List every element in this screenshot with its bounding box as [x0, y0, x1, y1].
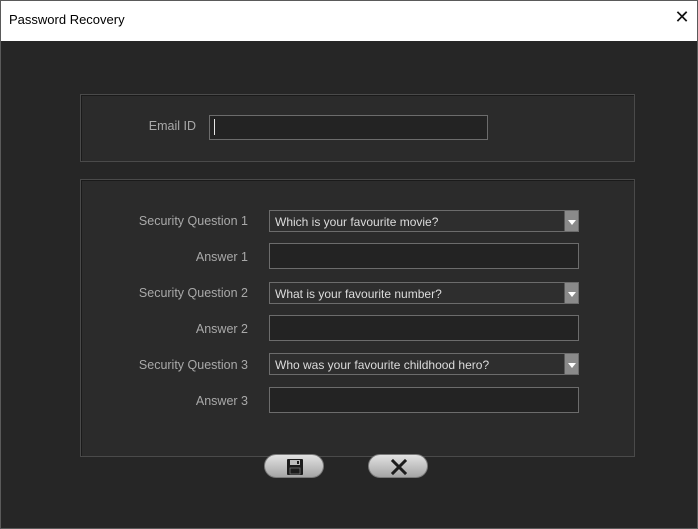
security-questions-panel: Security Question 1 Which is your favour… — [80, 179, 635, 457]
security-question-3-label: Security Question 3 — [138, 358, 248, 372]
answer-3-label: Answer 3 — [195, 394, 248, 408]
window-title: Password Recovery — [9, 12, 125, 27]
cancel-button[interactable] — [368, 454, 428, 478]
text-caret — [214, 119, 215, 135]
answer-2-label: Answer 2 — [195, 322, 248, 336]
title-bar: Password Recovery ✕ — [1, 1, 697, 41]
chevron-down-icon[interactable] — [564, 211, 578, 231]
security-question-1-value: Which is your favourite movie? — [275, 215, 439, 229]
answer-2-field[interactable] — [269, 315, 579, 341]
chevron-down-icon[interactable] — [564, 283, 578, 303]
security-question-2-select[interactable]: What is your favourite number? — [269, 282, 579, 304]
security-question-3-value: Who was your favourite childhood hero? — [275, 358, 490, 372]
answer-1-label: Answer 1 — [195, 250, 248, 264]
security-question-1-select[interactable]: Which is your favourite movie? — [269, 210, 579, 232]
floppy-disk-icon — [287, 459, 303, 475]
close-icon[interactable]: ✕ — [671, 7, 693, 29]
security-question-2-value: What is your favourite number? — [275, 287, 442, 301]
email-field[interactable] — [209, 115, 488, 140]
chevron-down-icon[interactable] — [564, 354, 578, 374]
password-recovery-window: Password Recovery ✕ Email ID Security Qu… — [0, 0, 698, 529]
email-label: Email ID — [148, 119, 196, 133]
close-x-icon — [390, 458, 408, 476]
security-question-2-label: Security Question 2 — [138, 286, 248, 300]
security-question-3-select[interactable]: Who was your favourite childhood hero? — [269, 353, 579, 375]
save-button[interactable] — [264, 454, 324, 478]
email-panel: Email ID — [80, 94, 635, 162]
security-question-1-label: Security Question 1 — [138, 214, 248, 228]
answer-3-field[interactable] — [269, 387, 579, 413]
answer-1-field[interactable] — [269, 243, 579, 269]
dialog-body: Email ID Security Question 1 Which is yo… — [1, 41, 697, 528]
